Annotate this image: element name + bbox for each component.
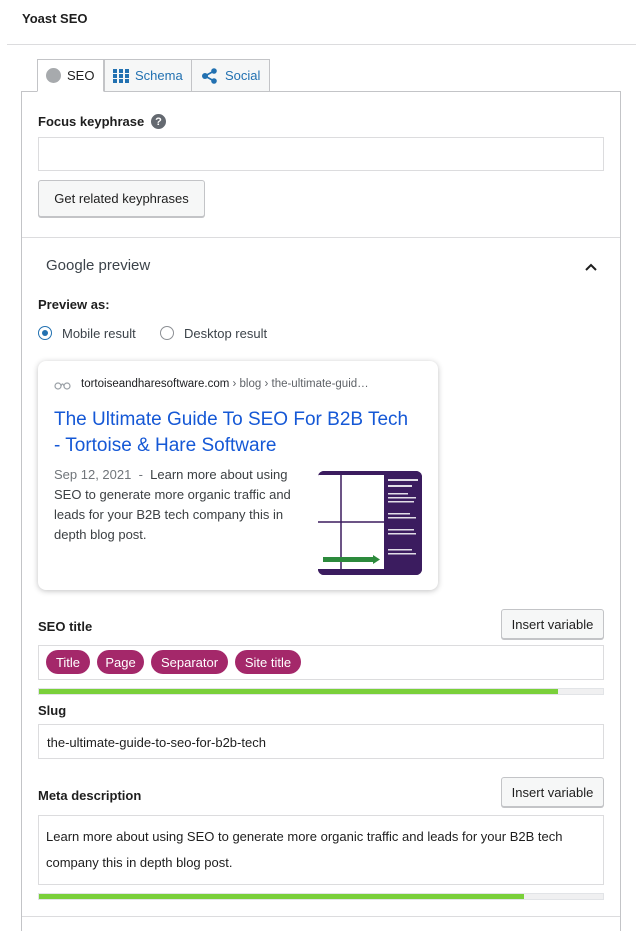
tab-social-label: Social [225, 68, 261, 83]
slug-input[interactable]: the-ultimate-guide-to-seo-for-b2b-tech [38, 724, 604, 759]
get-related-keyphrases-button[interactable]: Get related keyphrases [38, 180, 205, 217]
mobile-result-label[interactable]: Mobile result [62, 326, 136, 341]
tab-schema[interactable]: Schema [104, 59, 192, 92]
variable-pill-page[interactable]: Page [97, 650, 144, 674]
section-divider [22, 237, 620, 238]
meta-description-input[interactable]: Learn more about using SEO to generate m… [38, 815, 604, 885]
meta-description-progress-fill [39, 894, 525, 899]
bottom-divider [22, 916, 620, 917]
chevron-up-icon[interactable] [583, 260, 599, 272]
insert-variable-button[interactable]: Insert variable [501, 609, 604, 639]
google-result-date: Sep 12, 2021 [54, 467, 132, 482]
header-divider [7, 44, 636, 45]
breadcrumb-path: › blog › the-ultimate-guid… [229, 378, 369, 390]
favicon-icon [54, 378, 72, 390]
share-icon [201, 67, 219, 84]
mobile-result-radio[interactable] [38, 326, 52, 340]
date-separator: - [131, 467, 151, 482]
panel-title: Yoast SEO [22, 11, 88, 26]
meta-description-progress [38, 893, 604, 900]
focus-keyphrase-input[interactable] [38, 137, 604, 171]
desktop-result-radio[interactable] [160, 326, 174, 340]
preview-as-label: Preview as: [38, 297, 110, 312]
variable-pill-title[interactable]: Title [46, 650, 90, 674]
tab-schema-label: Schema [135, 68, 183, 83]
grid-icon [113, 68, 129, 84]
help-icon[interactable]: ? [151, 114, 166, 129]
meta-description-label: Meta description [38, 788, 142, 803]
google-result-title[interactable]: The Ultimate Guide To SEO For B2B Tech -… [54, 407, 414, 459]
variable-pill-separator[interactable]: Separator [151, 650, 228, 674]
tab-social[interactable]: Social [191, 59, 270, 92]
insert-variable-button[interactable]: Insert variable [501, 777, 604, 807]
seo-title-progress-fill [39, 689, 558, 694]
slug-label: Slug [38, 703, 67, 718]
google-preview-title: Google preview [46, 257, 151, 274]
seo-title-label: SEO title [38, 619, 93, 634]
breadcrumb: tortoiseandharesoftware.com › blog › the… [81, 378, 369, 390]
tab-seo[interactable]: SEO [37, 59, 104, 92]
google-result-description: Sep 12, 2021 - Learn more about using SE… [54, 465, 294, 545]
variable-pill-site-title[interactable]: Site title [235, 650, 301, 674]
desktop-result-label[interactable]: Desktop result [184, 326, 267, 341]
seo-title-progress [38, 688, 604, 695]
result-thumbnail [318, 471, 422, 575]
focus-keyphrase-label: Focus keyphrase [38, 114, 145, 129]
tab-seo-label: SEO [67, 68, 95, 83]
breadcrumb-domain: tortoiseandharesoftware.com [81, 378, 230, 390]
circle-icon [46, 68, 61, 83]
